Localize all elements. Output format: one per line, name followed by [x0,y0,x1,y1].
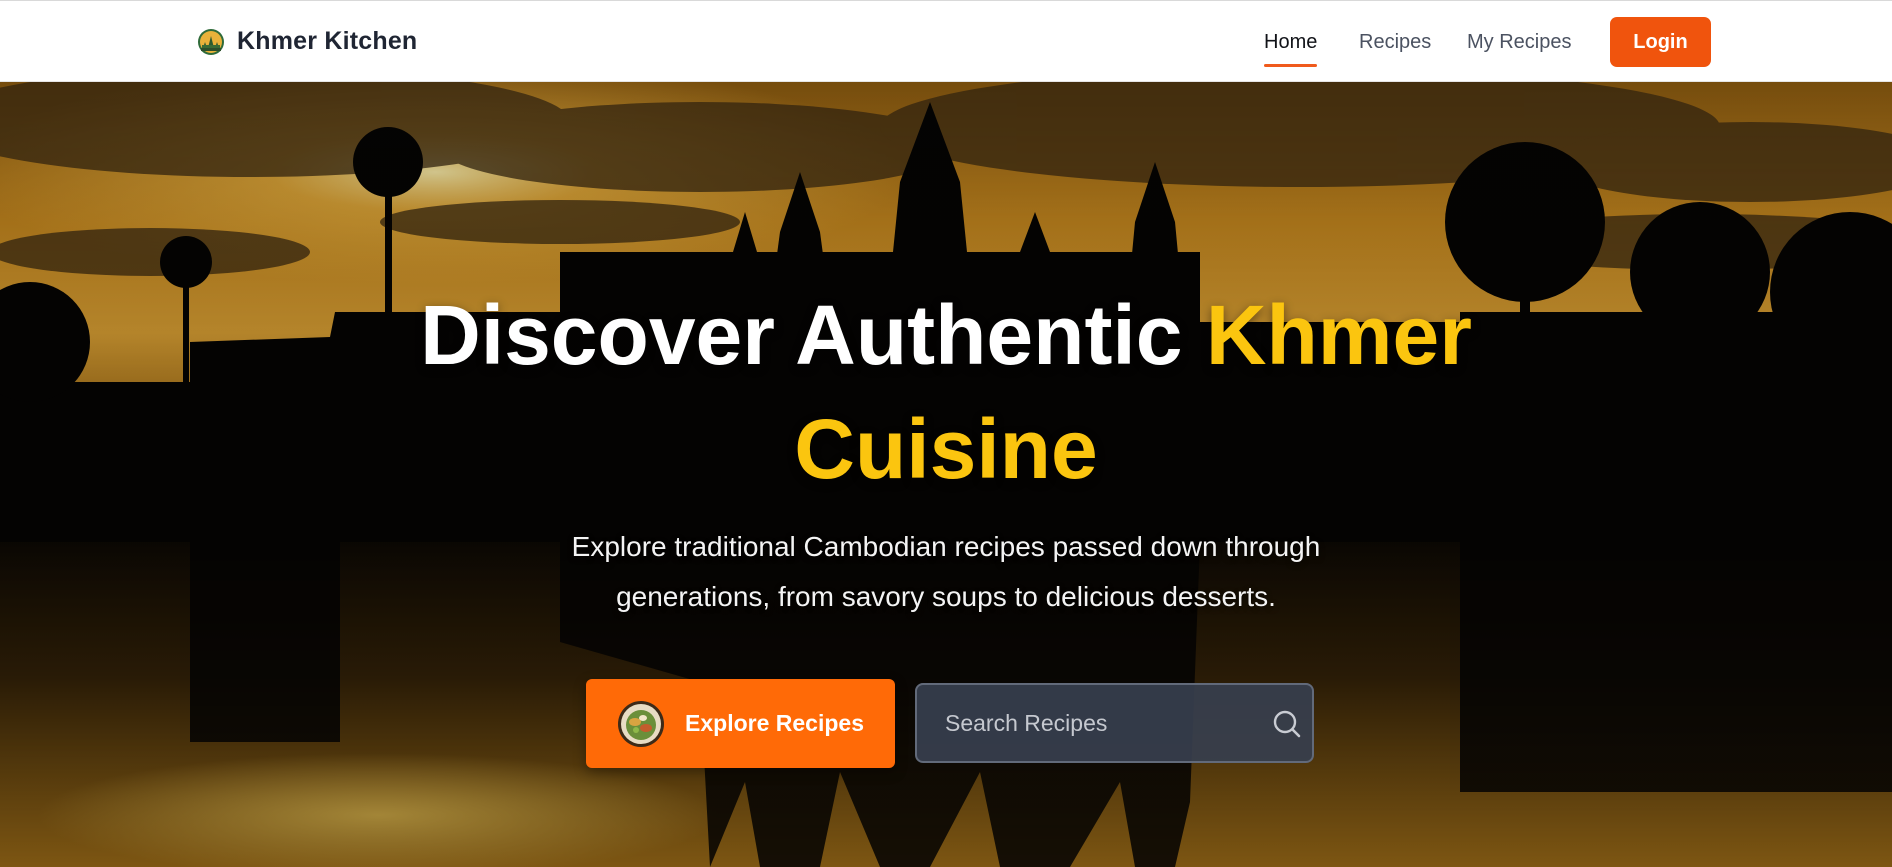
nav-my-recipes-link[interactable]: My Recipes [1467,31,1571,54]
top-navbar: Khmer Kitchen Home Recipes My Recipes Lo… [0,0,1892,82]
hero-title-highlight-cuisine: Cuisine [794,402,1098,496]
food-bowl-icon [618,700,665,747]
nav-recipes-link[interactable]: Recipes [1359,31,1431,54]
search-input[interactable] [945,685,1265,761]
hero-title-highlight-khmer: Khmer [1205,288,1472,382]
login-button[interactable]: Login [1610,17,1711,67]
hero-title: Discover Authentic Khmer Cuisine [346,278,1546,506]
hero-section: Discover Authentic Khmer Cuisine Explore… [0,82,1892,867]
explore-recipes-button[interactable]: Explore Recipes [586,679,895,768]
angkor-temple-logo-icon [198,28,224,55]
search-icon[interactable] [1272,709,1302,739]
nav-home-label: Home [1264,31,1318,53]
nav-home-link[interactable]: Home [1264,31,1318,67]
hero-title-main: Discover Authentic [420,288,1183,382]
search-box [915,683,1314,763]
brand[interactable]: Khmer Kitchen [197,27,417,56]
explore-recipes-label: Explore Recipes [685,710,864,736]
brand-name: Khmer Kitchen [237,27,418,55]
active-nav-underline [1264,64,1318,67]
hero-subtitle: Explore traditional Cambodian recipes pa… [571,531,1321,612]
